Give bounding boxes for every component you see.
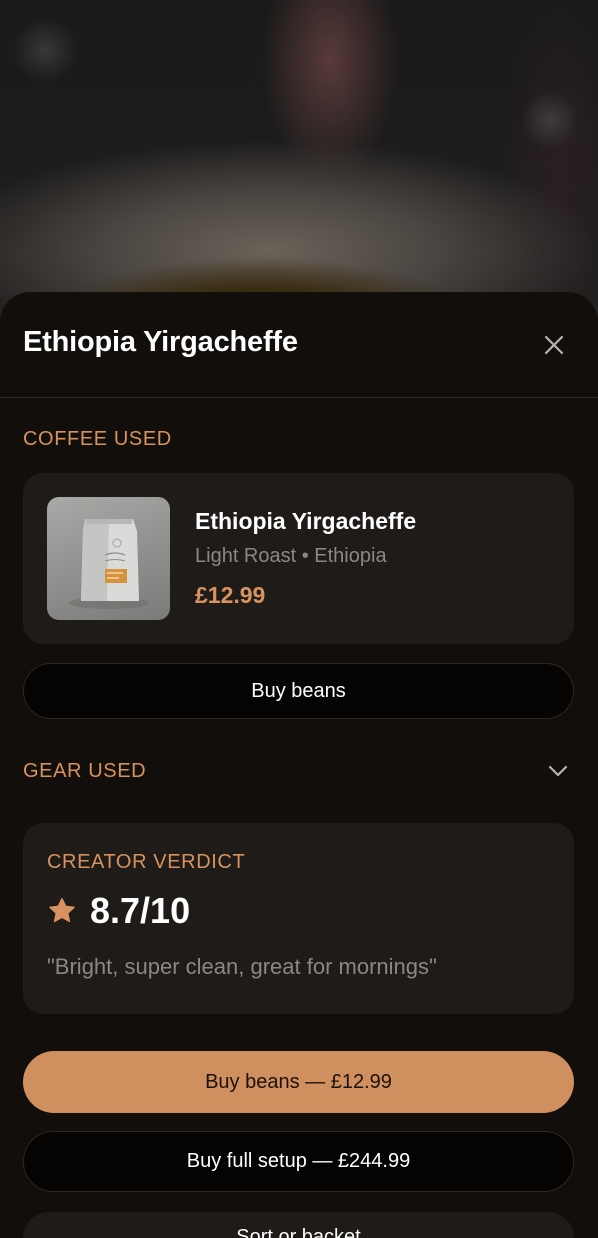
- partial-action-button[interactable]: Sort or backet: [23, 1212, 574, 1238]
- buy-beans-price-button[interactable]: Buy beans — £12.99: [23, 1051, 574, 1113]
- coffee-meta: Light Roast • Ethiopia: [195, 545, 387, 567]
- sheet-header: Ethiopia Yirgacheffe: [0, 292, 598, 398]
- coffee-price: £12.99: [195, 582, 266, 608]
- creator-verdict-label: CREATOR VERDICT: [47, 851, 246, 873]
- verdict-score: 8.7/10: [90, 890, 191, 931]
- coffee-product-card[interactable]: Ethiopia Yirgacheffe Light Roast • Ethio…: [23, 473, 574, 644]
- close-icon: [544, 335, 564, 354]
- bottom-sheet: Ethiopia Yirgacheffe COFFEE USED Ethiopi…: [0, 292, 598, 1238]
- verdict-quote: "Bright, super clean, great for mornings…: [47, 954, 437, 979]
- coffee-bag-image: [47, 497, 170, 620]
- background-photo: [0, 0, 598, 330]
- coffee-name: Ethiopia Yirgacheffe: [195, 508, 417, 534]
- gear-used-label: GEAR USED: [23, 759, 147, 782]
- buy-full-setup-button[interactable]: Buy full setup — £244.99: [23, 1131, 574, 1192]
- gear-used-toggle[interactable]: GEAR USED: [23, 752, 574, 790]
- close-button[interactable]: [532, 323, 576, 367]
- coffee-used-label: COFFEE USED: [23, 428, 172, 450]
- sheet-title: Ethiopia Yirgacheffe: [23, 326, 298, 358]
- creator-verdict-card: CREATOR VERDICT 8.7/10 "Bright, super cl…: [23, 823, 574, 1014]
- star-icon: [49, 898, 75, 923]
- buy-beans-button[interactable]: Buy beans: [23, 663, 574, 719]
- chevron-down-icon: [548, 765, 568, 777]
